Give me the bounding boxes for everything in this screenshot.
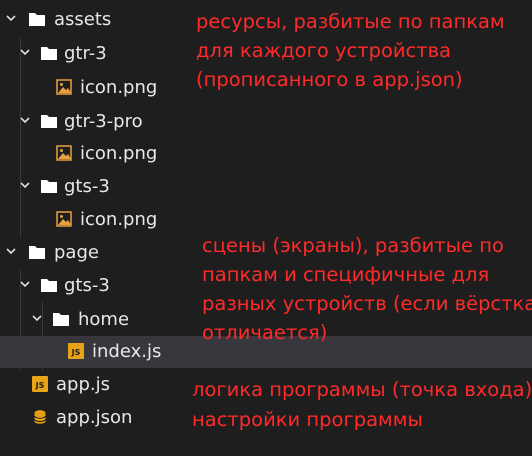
- chevron-down-icon[interactable]: [6, 246, 16, 256]
- tree-item-label: icon.png: [80, 77, 158, 98]
- chevron-down-icon[interactable]: [20, 180, 30, 190]
- folder-open-icon: [40, 113, 58, 131]
- tree-item-label: home: [78, 309, 130, 330]
- tree-item-label: icon.png: [80, 209, 158, 230]
- tree-item-label: app.json: [56, 407, 133, 428]
- annotation-app-js: логика программы (точка входа): [192, 378, 532, 401]
- database-icon: [32, 409, 50, 427]
- annotation-page-line-4: отличается): [202, 321, 328, 344]
- image-file-icon: [56, 79, 74, 97]
- chevron-down-icon[interactable]: [6, 13, 16, 23]
- folder-open-icon: [28, 11, 46, 29]
- tree-item-label: assets: [54, 9, 112, 30]
- annotation-assets-line-3: (прописанного в app.json): [196, 68, 463, 91]
- tree-item-gtr-3-pro-folder[interactable]: gtr-3-pro: [0, 106, 532, 138]
- tree-item-label: page: [54, 242, 99, 263]
- annotation-page-line-2: папкам и специфичные для: [202, 263, 490, 286]
- annotation-page-line-1: сцены (экраны), разбитые по: [202, 234, 504, 257]
- chevron-down-icon[interactable]: [20, 115, 30, 125]
- tree-item-label: index.js: [92, 341, 162, 362]
- annotation-page-line-3: разных устройств (если вёрстка: [202, 292, 532, 315]
- tree-item-icon-png[interactable]: icon.png: [0, 138, 532, 170]
- chevron-down-icon[interactable]: [20, 47, 30, 57]
- tree-item-label: icon.png: [80, 143, 158, 164]
- image-file-icon: [56, 145, 74, 163]
- tree-item-label: app.js: [56, 374, 110, 395]
- annotation-assets-line-1: ресурсы, разбитые по папкам: [196, 10, 505, 33]
- tree-item-label: gtr-3-pro: [64, 111, 143, 132]
- annotation-app-json: настройки программы: [192, 408, 423, 431]
- annotation-assets-line-2: для каждого устройства: [196, 39, 452, 62]
- chevron-down-icon[interactable]: [20, 279, 30, 289]
- chevron-down-icon[interactable]: [32, 313, 42, 323]
- tree-item-gts-3-folder[interactable]: gts-3: [0, 171, 532, 203]
- tree-item-label: gts-3: [64, 176, 110, 197]
- folder-open-icon: [52, 311, 70, 329]
- folder-open-icon: [40, 178, 58, 196]
- folder-open-icon: [40, 45, 58, 63]
- javascript-file-icon: JS: [68, 343, 86, 361]
- image-file-icon: [56, 211, 74, 229]
- svg-text:JS: JS: [71, 348, 81, 357]
- svg-text:JS: JS: [35, 381, 45, 390]
- folder-open-icon: [40, 277, 58, 295]
- tree-item-label: gts-3: [64, 275, 110, 296]
- folder-open-icon: [28, 244, 46, 262]
- javascript-file-icon: JS: [32, 376, 50, 394]
- tree-item-label: gtr-3: [64, 43, 107, 64]
